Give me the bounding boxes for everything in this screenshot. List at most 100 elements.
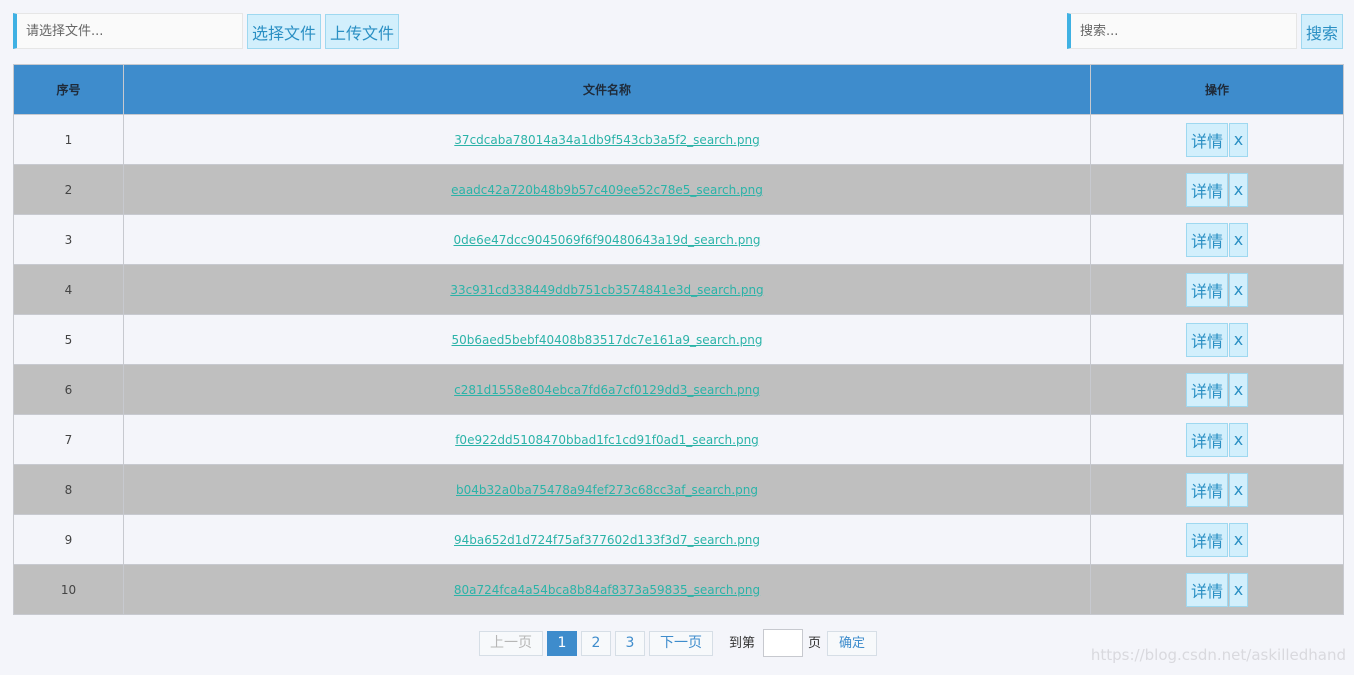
row-action-group: 详情 x xyxy=(1186,272,1248,307)
upload-file-button[interactable]: 上传文件 xyxy=(325,14,399,49)
table-row: 9 94ba652d1d724f75af377602d133f3d7_search… xyxy=(13,514,1344,565)
row-index: 10 xyxy=(13,564,124,615)
delete-button[interactable]: x xyxy=(1229,522,1248,557)
page-button-3[interactable]: 3 xyxy=(615,631,645,656)
row-action-group: 详情 x xyxy=(1186,122,1248,157)
page-button-1[interactable]: 1 xyxy=(547,631,577,656)
table-row: 2 eaadc42a720b48b9b57c409ee52c78e5_search… xyxy=(13,164,1344,215)
prev-page-button[interactable]: 上一页 xyxy=(479,631,543,656)
header-actions: 操作 xyxy=(1090,64,1344,115)
row-actions-cell: 详情 x xyxy=(1090,114,1344,165)
row-actions-cell: 详情 x xyxy=(1090,264,1344,315)
file-table: 序号 文件名称 操作 1 37cdcaba78014a34a1db9f543cb3… xyxy=(13,64,1344,615)
delete-button[interactable]: x xyxy=(1229,172,1248,207)
row-action-group: 详情 x xyxy=(1186,522,1248,557)
table-row: 6 c281d1558e804ebca7fd6a7cf0129dd3_search… xyxy=(13,364,1344,415)
row-file-name-cell: 37cdcaba78014a34a1db9f543cb3a5f2_search.… xyxy=(123,114,1091,165)
detail-button[interactable]: 详情 xyxy=(1186,172,1228,207)
select-file-button[interactable]: 选择文件 xyxy=(247,14,321,49)
row-file-name-cell: 33c931cd338449ddb751cb3574841e3d_search.… xyxy=(123,264,1091,315)
next-page-button[interactable]: 下一页 xyxy=(649,631,713,656)
file-name-link[interactable]: 80a724fca4a54bca8b84af8373a59835_search.… xyxy=(454,583,760,597)
search-button[interactable]: 搜索 xyxy=(1301,14,1343,49)
table-body: 1 37cdcaba78014a34a1db9f543cb3a5f2_search… xyxy=(13,114,1344,615)
delete-button[interactable]: x xyxy=(1229,122,1248,157)
detail-button[interactable]: 详情 xyxy=(1186,522,1228,557)
row-index: 2 xyxy=(13,164,124,215)
row-action-group: 详情 x xyxy=(1186,372,1248,407)
table-row: 1 37cdcaba78014a34a1db9f543cb3a5f2_search… xyxy=(13,114,1344,165)
detail-button[interactable]: 详情 xyxy=(1186,372,1228,407)
row-action-group: 详情 x xyxy=(1186,422,1248,457)
table-row: 3 0de6e47dcc9045069f6f90480643a19d_search… xyxy=(13,214,1344,265)
row-action-group: 详情 x xyxy=(1186,172,1248,207)
header-index: 序号 xyxy=(13,64,124,115)
row-file-name-cell: 94ba652d1d724f75af377602d133f3d7_search.… xyxy=(123,514,1091,565)
delete-button[interactable]: x xyxy=(1229,422,1248,457)
page-unit-label: 页 xyxy=(808,636,822,651)
row-index: 5 xyxy=(13,314,124,365)
delete-button[interactable]: x xyxy=(1229,222,1248,257)
goto-confirm-button[interactable]: 确定 xyxy=(827,631,877,656)
row-actions-cell: 详情 x xyxy=(1090,364,1344,415)
goto-page-input[interactable] xyxy=(763,629,803,657)
table-row: 4 33c931cd338449ddb751cb3574841e3d_search… xyxy=(13,264,1344,315)
detail-button[interactable]: 详情 xyxy=(1186,322,1228,357)
row-file-name-cell: b04b32a0ba75478a94fef273c68cc3af_search.… xyxy=(123,464,1091,515)
row-actions-cell: 详情 x xyxy=(1090,164,1344,215)
file-name-link[interactable]: 50b6aed5bebf40408b83517dc7e161a9_search.… xyxy=(452,333,763,347)
row-actions-cell: 详情 x xyxy=(1090,214,1344,265)
table-row: 8 b04b32a0ba75478a94fef273c68cc3af_search… xyxy=(13,464,1344,515)
row-file-name-cell: eaadc42a720b48b9b57c409ee52c78e5_search.… xyxy=(123,164,1091,215)
row-index: 6 xyxy=(13,364,124,415)
row-actions-cell: 详情 x xyxy=(1090,514,1344,565)
file-name-link[interactable]: 0de6e47dcc9045069f6f90480643a19d_search.… xyxy=(453,233,760,247)
row-index: 7 xyxy=(13,414,124,465)
detail-button[interactable]: 详情 xyxy=(1186,222,1228,257)
delete-button[interactable]: x xyxy=(1229,472,1248,507)
row-actions-cell: 详情 x xyxy=(1090,314,1344,365)
row-actions-cell: 详情 x xyxy=(1090,464,1344,515)
file-name-link[interactable]: f0e922dd5108470bbad1fc1cd91f0ad1_search.… xyxy=(455,433,759,447)
pagination: 上一页 1 2 3 下一页 到第 页 确定 xyxy=(479,629,899,657)
row-action-group: 详情 x xyxy=(1186,572,1248,607)
file-name-link[interactable]: b04b32a0ba75478a94fef273c68cc3af_search.… xyxy=(456,483,758,497)
row-actions-cell: 详情 x xyxy=(1090,414,1344,465)
watermark: https://blog.csdn.net/askilledhand xyxy=(1090,646,1346,664)
file-name-link[interactable]: 94ba652d1d724f75af377602d133f3d7_search.… xyxy=(454,533,760,547)
delete-button[interactable]: x xyxy=(1229,272,1248,307)
row-file-name-cell: f0e922dd5108470bbad1fc1cd91f0ad1_search.… xyxy=(123,414,1091,465)
row-index: 3 xyxy=(13,214,124,265)
row-index: 9 xyxy=(13,514,124,565)
detail-button[interactable]: 详情 xyxy=(1186,472,1228,507)
row-file-name-cell: 0de6e47dcc9045069f6f90480643a19d_search.… xyxy=(123,214,1091,265)
header-file-name: 文件名称 xyxy=(123,64,1091,115)
detail-button[interactable]: 详情 xyxy=(1186,272,1228,307)
delete-button[interactable]: x xyxy=(1229,322,1248,357)
file-path-input[interactable] xyxy=(13,13,243,49)
file-name-link[interactable]: eaadc42a720b48b9b57c409ee52c78e5_search.… xyxy=(451,183,763,197)
search-input[interactable] xyxy=(1067,13,1297,49)
file-name-link[interactable]: 33c931cd338449ddb751cb3574841e3d_search.… xyxy=(450,283,763,297)
row-actions-cell: 详情 x xyxy=(1090,564,1344,615)
delete-button[interactable]: x xyxy=(1229,572,1248,607)
file-table-container: 序号 文件名称 操作 1 37cdcaba78014a34a1db9f543cb3… xyxy=(13,64,1344,615)
row-action-group: 详情 x xyxy=(1186,222,1248,257)
delete-button[interactable]: x xyxy=(1229,372,1248,407)
detail-button[interactable]: 详情 xyxy=(1186,122,1228,157)
toolbar: 选择文件 上传文件 搜索 xyxy=(13,13,1343,49)
table-row: 5 50b6aed5bebf40408b83517dc7e161a9_search… xyxy=(13,314,1344,365)
detail-button[interactable]: 详情 xyxy=(1186,572,1228,607)
detail-button[interactable]: 详情 xyxy=(1186,422,1228,457)
row-index: 4 xyxy=(13,264,124,315)
file-name-link[interactable]: 37cdcaba78014a34a1db9f543cb3a5f2_search.… xyxy=(454,133,759,147)
row-index: 1 xyxy=(13,114,124,165)
page-button-2[interactable]: 2 xyxy=(581,631,611,656)
row-action-group: 详情 x xyxy=(1186,472,1248,507)
row-file-name-cell: c281d1558e804ebca7fd6a7cf0129dd3_search.… xyxy=(123,364,1091,415)
row-file-name-cell: 80a724fca4a54bca8b84af8373a59835_search.… xyxy=(123,564,1091,615)
table-row: 7 f0e922dd5108470bbad1fc1cd91f0ad1_search… xyxy=(13,414,1344,465)
file-name-link[interactable]: c281d1558e804ebca7fd6a7cf0129dd3_search.… xyxy=(454,383,760,397)
row-action-group: 详情 x xyxy=(1186,322,1248,357)
row-file-name-cell: 50b6aed5bebf40408b83517dc7e161a9_search.… xyxy=(123,314,1091,365)
